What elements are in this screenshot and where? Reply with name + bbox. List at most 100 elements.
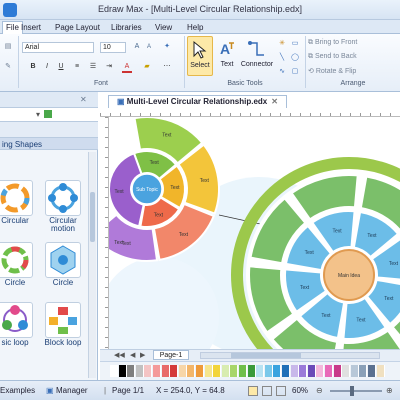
italic-button[interactable]: I: [42, 62, 52, 72]
color-swatch[interactable]: [247, 365, 256, 377]
color-swatch[interactable]: [299, 365, 308, 377]
bullet-list-icon[interactable]: ☰: [88, 62, 98, 72]
prev-page-icon[interactable]: ◀: [130, 351, 135, 359]
color-swatch[interactable]: [110, 365, 118, 377]
shape-circle-2[interactable]: Circle: [42, 242, 84, 287]
color-swatch[interactable]: [350, 365, 359, 377]
color-swatch[interactable]: [127, 365, 136, 377]
zoom-in-icon[interactable]: ⊕: [386, 386, 393, 395]
color-swatch[interactable]: [221, 365, 230, 377]
color-swatch[interactable]: [333, 365, 342, 377]
color-swatch[interactable]: [230, 365, 239, 377]
select-tool-button[interactable]: Select: [187, 36, 213, 76]
shape-circular[interactable]: Circular: [0, 180, 36, 225]
font-color-button[interactable]: A: [122, 62, 132, 73]
color-swatch[interactable]: [368, 365, 376, 377]
clear-format-icon[interactable]: ✦: [162, 42, 172, 52]
library-scroll-thumb[interactable]: [90, 192, 95, 242]
library-close-icon[interactable]: ✕: [80, 95, 87, 104]
font-size-select[interactable]: 10: [100, 42, 126, 53]
text-tool-button[interactable]: A Text: [216, 36, 238, 76]
grow-font-icon[interactable]: A: [132, 42, 142, 52]
color-swatch[interactable]: [256, 365, 265, 377]
library-scrollbar[interactable]: [88, 152, 96, 378]
examples-tab[interactable]: Examples: [0, 386, 35, 395]
fit-width-icon[interactable]: [262, 386, 272, 396]
tab-help[interactable]: Help: [184, 22, 206, 34]
underline-button[interactable]: U: [56, 62, 66, 72]
horizontal-scroll-thumb[interactable]: [231, 353, 301, 358]
color-palette[interactable]: [100, 361, 400, 380]
color-swatch[interactable]: [118, 365, 127, 377]
paste-icon[interactable]: ▤: [3, 42, 13, 54]
shape-basic-loop[interactable]: sic loop: [0, 302, 36, 347]
connector-tool-button[interactable]: Connector: [240, 36, 274, 76]
manager-tab[interactable]: Manager: [56, 386, 88, 395]
color-swatch[interactable]: [325, 365, 333, 377]
tab-page-layout[interactable]: Page Layout: [52, 22, 103, 34]
line-tool-icon[interactable]: ╲: [277, 53, 287, 63]
color-swatch[interactable]: [264, 365, 273, 377]
color-swatch[interactable]: [161, 365, 170, 377]
color-swatch[interactable]: [359, 365, 368, 377]
tab-view[interactable]: View: [152, 22, 175, 34]
text-align-icon[interactable]: ≡: [72, 62, 82, 72]
text-box-icon[interactable]: ▭: [290, 39, 300, 49]
diagram-canvas-svg[interactable]: Text Text Text Text Text Text Text Text Text Sub …: [109, 117, 400, 349]
next-page-icon[interactable]: ▶: [140, 351, 145, 359]
font-name-select[interactable]: Arial: [22, 42, 94, 53]
highlight-icon[interactable]: ▰: [142, 62, 152, 72]
full-screen-icon[interactable]: [276, 386, 286, 396]
color-swatch[interactable]: [239, 365, 247, 377]
color-swatch[interactable]: [213, 365, 222, 377]
drawing-canvas[interactable]: Text Text Text Text Text Text Text Text Text Sub …: [109, 117, 400, 349]
ellipse-tool-icon[interactable]: ◯: [290, 53, 300, 63]
library-search-row[interactable]: ▾: [0, 108, 98, 122]
bold-button[interactable]: B: [28, 62, 38, 72]
color-swatch[interactable]: [307, 365, 316, 377]
shape-circular-motion[interactable]: Circular motion: [42, 180, 84, 233]
bring-to-front-button[interactable]: ⧉ Bring to Front: [308, 39, 357, 47]
shape-block-loop[interactable]: Block loop: [42, 302, 84, 347]
color-swatch[interactable]: [273, 365, 282, 377]
color-swatch[interactable]: [204, 365, 213, 377]
color-swatch[interactable]: [376, 365, 385, 377]
library-section-header[interactable]: ing Shapes: [0, 138, 98, 150]
send-to-back-button[interactable]: ⧉ Send to Back: [308, 53, 357, 61]
rectangle-tool-icon[interactable]: ▢: [290, 67, 300, 77]
fit-page-icon[interactable]: [248, 386, 258, 396]
color-swatch[interactable]: [135, 365, 144, 377]
color-swatch[interactable]: [282, 365, 290, 377]
color-swatch[interactable]: [290, 365, 299, 377]
library-go-icon[interactable]: [44, 110, 52, 118]
zoom-slider-thumb[interactable]: [350, 386, 354, 396]
color-swatch[interactable]: [187, 365, 196, 377]
select-tool-label: Select: [190, 62, 210, 69]
color-swatch[interactable]: [316, 365, 325, 377]
rotate-flip-button[interactable]: ⟲ Rotate & Flip: [308, 67, 356, 75]
color-swatch[interactable]: [153, 365, 161, 377]
page-tab[interactable]: Page-1: [153, 350, 189, 360]
document-tab[interactable]: ▣ Multi-Level Circular Relationship.edx ✕: [108, 95, 287, 108]
library-dropdown-icon[interactable]: ▾: [36, 110, 40, 119]
horizontal-scrollbar[interactable]: [200, 352, 380, 359]
tab-insert[interactable]: Insert: [18, 22, 44, 34]
color-swatch[interactable]: [178, 365, 187, 377]
shape-circle-1[interactable]: Circle: [0, 242, 36, 287]
curve-tool-icon[interactable]: ∿: [277, 67, 287, 77]
font-settings-icon[interactable]: ⋯: [162, 62, 172, 72]
color-swatch[interactable]: [170, 365, 179, 377]
indent-icon[interactable]: ⇥: [104, 62, 114, 72]
shrink-font-icon[interactable]: A: [144, 42, 154, 52]
shape-star-icon[interactable]: ✳: [277, 39, 287, 49]
zoom-slider[interactable]: [330, 386, 382, 396]
color-swatch[interactable]: [196, 365, 204, 377]
format-painter-icon[interactable]: ✎: [3, 62, 13, 72]
tab-libraries[interactable]: Libraries: [108, 22, 145, 34]
color-swatch[interactable]: [144, 365, 153, 377]
blue-sector-label: Text: [321, 313, 331, 319]
first-page-icon[interactable]: ◀◀: [114, 351, 125, 359]
close-document-icon[interactable]: ✕: [271, 97, 278, 106]
zoom-out-icon[interactable]: ⊖: [316, 386, 323, 395]
color-swatch[interactable]: [342, 365, 351, 377]
